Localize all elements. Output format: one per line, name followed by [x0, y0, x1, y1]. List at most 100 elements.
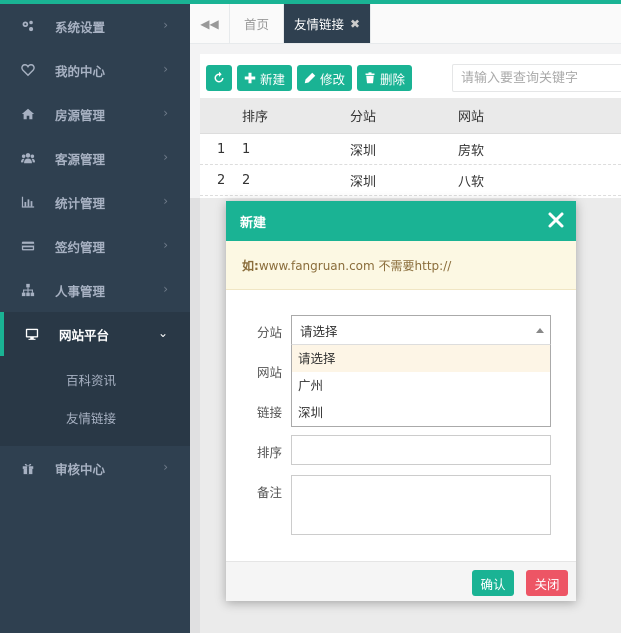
- pencil-icon: [304, 72, 316, 84]
- note-label: 备注: [257, 485, 283, 500]
- dropdown-option[interactable]: 深圳: [292, 399, 550, 426]
- delete-button-label: 删除: [380, 71, 406, 87]
- sidebar: 系统设置 › 我的中心 › 房源管理 › 客源管理 › 统计管理 › 签约管理 …: [0, 4, 190, 633]
- chevron-right-icon: ›: [163, 18, 168, 32]
- row-site: 八软: [458, 174, 485, 190]
- sidebar-item-label: 系统设置: [55, 19, 106, 35]
- edit-button[interactable]: 修改: [297, 65, 353, 91]
- dropdown-option[interactable]: 请选择: [292, 345, 550, 372]
- trash-icon: [365, 72, 375, 84]
- branch-label: 分站: [257, 325, 283, 340]
- chevron-right-icon: ›: [163, 238, 168, 252]
- sidebar-item-audit[interactable]: 审核中心 ›: [0, 446, 190, 490]
- bar-chart-icon: [20, 194, 36, 210]
- tab-scroll-left-icon[interactable]: ◀◀: [190, 4, 230, 43]
- sidebar-item-my-center[interactable]: 我的中心 ›: [0, 48, 190, 92]
- tip-prefix: 如:: [242, 258, 259, 273]
- note-textarea[interactable]: [291, 475, 551, 535]
- users-icon: [20, 150, 36, 166]
- sidebar-item-label: 审核中心: [55, 461, 106, 477]
- site-label: 网站: [257, 365, 283, 380]
- close-button[interactable]: 关闭: [526, 570, 568, 596]
- tip-text: www.fangruan.com 不需要http://: [258, 258, 452, 273]
- chevron-down-icon: ⌄: [157, 326, 168, 340]
- order-input[interactable]: [291, 435, 551, 465]
- sidebar-item-statistics[interactable]: 统计管理 ›: [0, 180, 190, 224]
- sidebar-subitem-friend-links[interactable]: 友情链接: [0, 400, 190, 438]
- chevron-right-icon: ›: [163, 460, 168, 474]
- sidebar-item-label: 签约管理: [55, 239, 106, 255]
- table-header-branch[interactable]: 分站: [350, 106, 458, 125]
- refresh-button[interactable]: [206, 65, 232, 91]
- dialog-form: 分站 请选择 网站 链接 排序 备注 请选择 广州 深圳: [226, 290, 576, 561]
- search-input[interactable]: [452, 64, 621, 92]
- close-icon[interactable]: [547, 211, 565, 229]
- row-order: 2: [242, 172, 251, 188]
- sidebar-item-system-settings[interactable]: 系统设置 ›: [0, 4, 190, 48]
- sidebar-item-label: 统计管理: [55, 195, 106, 211]
- caret-up-icon: [536, 328, 544, 333]
- new-link-dialog: 新建 如: www.fangruan.com 不需要http:// 分站 请选择 …: [226, 201, 576, 601]
- sidebar-submenu: 百科资讯 友情链接: [0, 356, 190, 446]
- chevron-right-icon: ›: [163, 106, 168, 120]
- row-branch: 深圳: [350, 174, 377, 190]
- link-label: 链接: [257, 405, 283, 420]
- heart-icon: [20, 62, 36, 78]
- table-header-order[interactable]: 排序: [242, 106, 350, 125]
- row-branch: 深圳: [350, 143, 377, 159]
- table-row[interactable]: 1 1 深圳 房软: [200, 134, 621, 165]
- chevron-right-icon: ›: [163, 282, 168, 296]
- row-site: 房软: [458, 143, 485, 159]
- sidebar-subitem-encyclopedia[interactable]: 百科资讯: [0, 362, 190, 400]
- dropdown-option[interactable]: 广州: [292, 372, 550, 399]
- dialog-footer: 确认 关闭: [226, 561, 576, 601]
- toolbar: 新建 修改 删除: [206, 65, 417, 91]
- sidebar-item-label: 人事管理: [55, 283, 106, 299]
- tab-bar: ◀◀ 首页 友情链接 ✖: [190, 4, 621, 44]
- gift-icon: [20, 460, 36, 476]
- new-button-label: 新建: [260, 71, 286, 87]
- sidebar-item-label: 网站平台: [59, 327, 110, 343]
- tab-label: 首页: [244, 17, 270, 32]
- edit-button-label: 修改: [320, 71, 346, 87]
- sidebar-item-contracts[interactable]: 签约管理 ›: [0, 224, 190, 268]
- delete-button[interactable]: 删除: [357, 65, 413, 91]
- home-icon: [20, 106, 36, 122]
- row-order: 1: [242, 141, 251, 157]
- dialog-tip: 如: www.fangruan.com 不需要http://: [226, 241, 576, 290]
- credit-card-icon: [20, 238, 36, 254]
- tab-home[interactable]: 首页: [230, 4, 285, 43]
- close-icon[interactable]: ✖: [350, 17, 360, 31]
- desktop-icon: [24, 326, 40, 342]
- table-row[interactable]: 2 2 深圳 八软: [200, 165, 621, 196]
- branch-select[interactable]: 请选择: [291, 315, 551, 345]
- tab-label: 友情链接: [294, 17, 345, 32]
- sidebar-item-clients[interactable]: 客源管理 ›: [0, 136, 190, 180]
- gears-icon: [20, 18, 36, 34]
- branch-dropdown: 请选择 广州 深圳: [291, 345, 551, 427]
- table-header: 排序 分站 网站: [200, 98, 621, 134]
- table-header-site[interactable]: 网站: [458, 106, 558, 125]
- sidebar-item-label: 客源管理: [55, 151, 106, 167]
- order-label: 排序: [257, 445, 283, 460]
- dialog-title: 新建: [240, 215, 267, 231]
- chevron-right-icon: ›: [163, 194, 168, 208]
- data-table: 排序 分站 网站 1 1 深圳 房软 2 2 深圳 八软: [200, 98, 621, 196]
- chevron-right-icon: ›: [163, 62, 168, 76]
- sitemap-icon: [20, 282, 36, 298]
- dialog-header: 新建: [226, 201, 576, 241]
- new-button[interactable]: 新建: [237, 65, 293, 91]
- sidebar-item-website-platform[interactable]: 网站平台 ⌄: [0, 312, 190, 356]
- tab-friend-links[interactable]: 友情链接 ✖: [284, 4, 372, 43]
- sidebar-item-hr[interactable]: 人事管理 ›: [0, 268, 190, 312]
- confirm-button[interactable]: 确认: [472, 570, 514, 596]
- sidebar-item-label: 我的中心: [55, 63, 106, 79]
- row-index: 2: [217, 172, 226, 188]
- sidebar-item-label: 房源管理: [55, 107, 106, 123]
- refresh-icon: [214, 72, 224, 83]
- plus-icon: [244, 72, 256, 84]
- sidebar-item-property[interactable]: 房源管理 ›: [0, 92, 190, 136]
- branch-select-value: 请选择: [300, 323, 338, 339]
- chevron-right-icon: ›: [163, 150, 168, 164]
- row-index: 1: [217, 141, 226, 157]
